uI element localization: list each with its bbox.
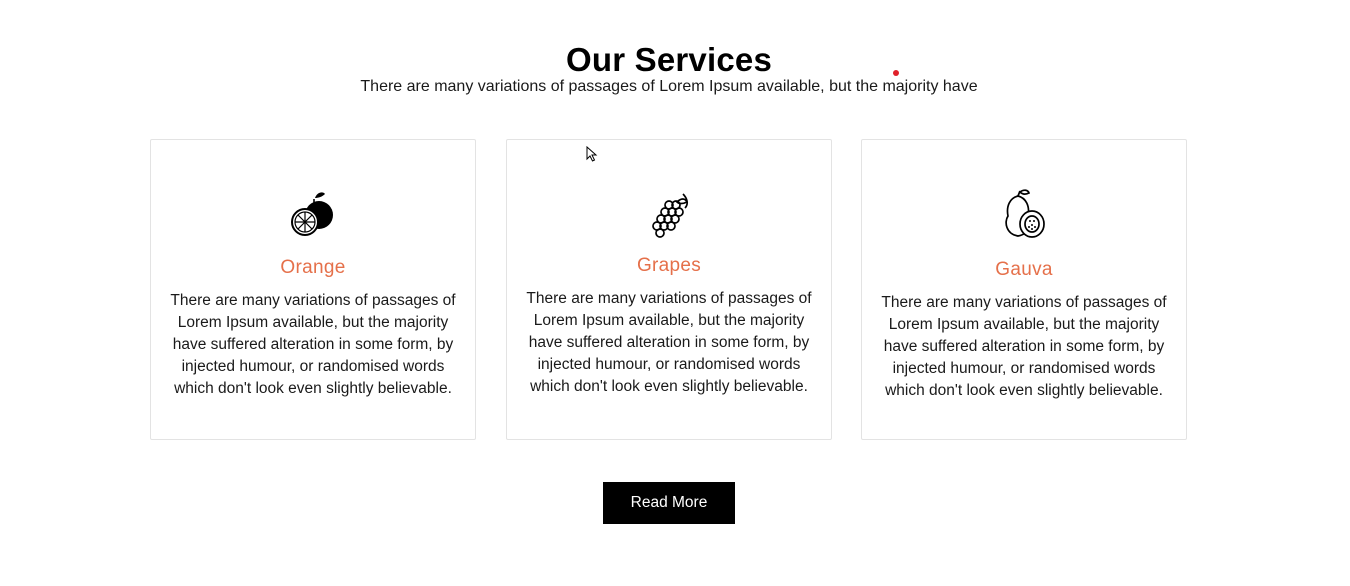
service-description: There are many variations of passages of… [526, 290, 812, 395]
mouse-cursor-icon [586, 146, 598, 162]
service-title: Gauva [995, 259, 1053, 280]
guava-icon [1005, 189, 1045, 238]
service-title: Orange [280, 257, 346, 278]
service-title: Grapes [636, 255, 702, 276]
read-more-button[interactable]: Read More [603, 482, 735, 524]
section-subtitle: There are many variations of passages of… [360, 78, 978, 95]
service-description: There are many variations of passages of… [170, 292, 456, 397]
service-card-grapes: Grapes There are many variations of pass… [506, 139, 832, 440]
orange-icon [291, 192, 333, 236]
grapes-icon [652, 193, 689, 238]
red-dot-marker [893, 70, 899, 76]
service-card-orange: Orange There are many variations of pass… [150, 139, 476, 440]
service-description: There are many variations of passages of… [881, 294, 1167, 399]
service-card-guava: Gauva There are many variations of passa… [861, 139, 1187, 440]
section-title: Our Services [565, 41, 773, 79]
